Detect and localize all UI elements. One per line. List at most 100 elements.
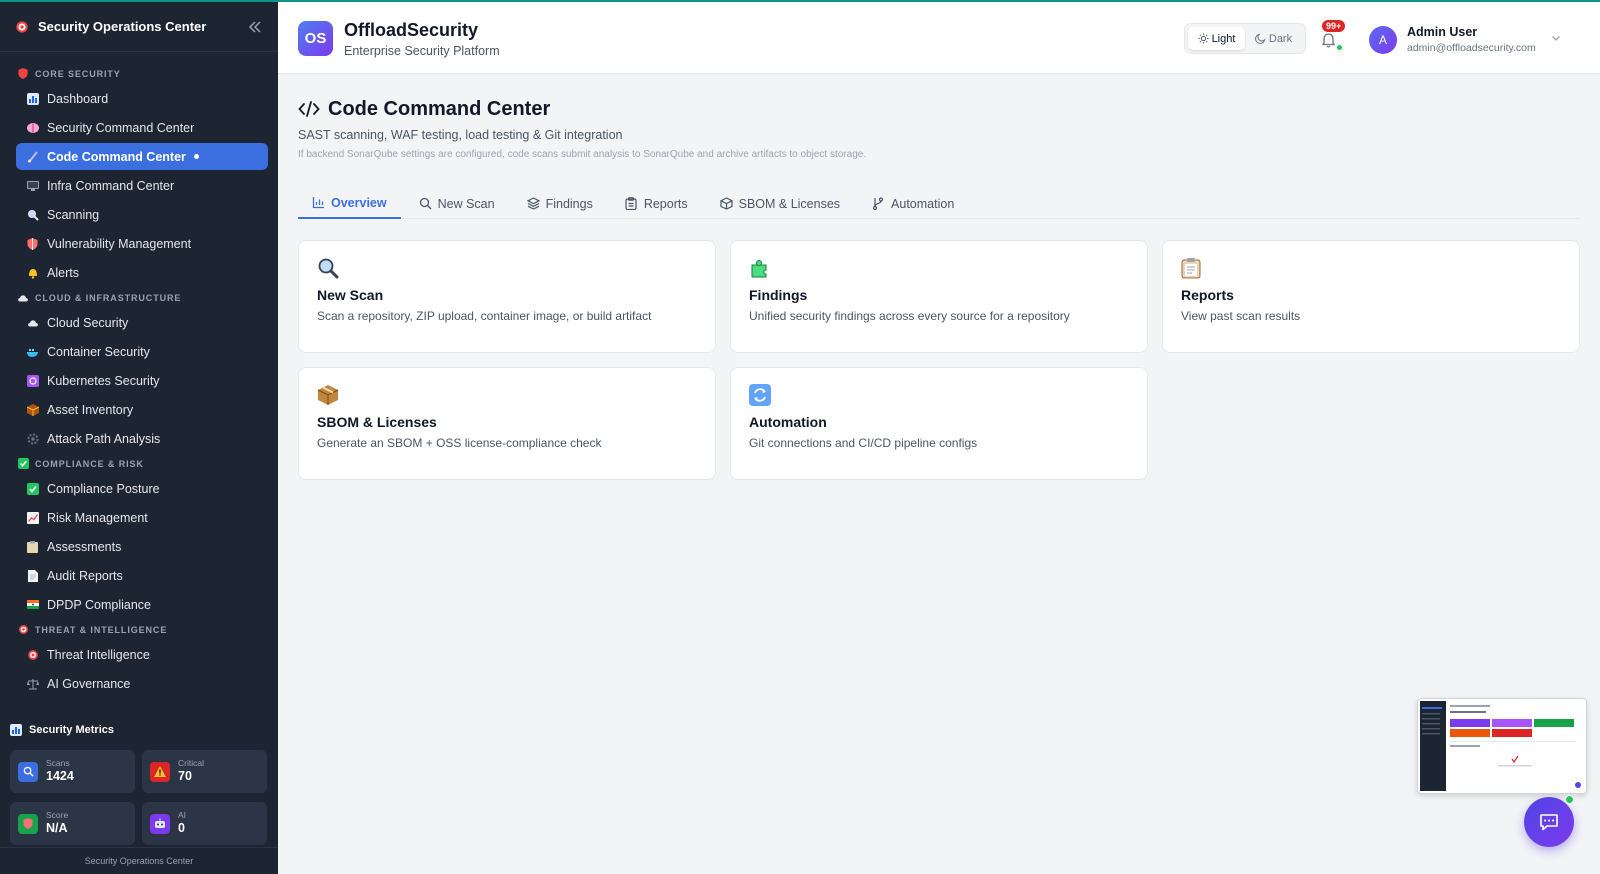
card-title: Reports — [1181, 287, 1234, 303]
shield-icon — [26, 237, 39, 250]
sidebar-item-dashboard[interactable]: Dashboard — [16, 85, 268, 112]
brand-logo[interactable]: OS — [298, 21, 333, 56]
magnifier-icon — [317, 257, 341, 281]
clipboard-icon — [1181, 257, 1205, 281]
notification-count-badge: 99+ — [1322, 20, 1346, 32]
sidebar-item-container-security[interactable]: Container Security — [16, 338, 268, 365]
card-findings[interactable]: Findings Unified security findings acros… — [730, 240, 1148, 353]
sidebar-item-audit-reports[interactable]: Audit Reports — [16, 562, 268, 589]
sidebar-item-label: Infra Command Center — [47, 178, 175, 193]
user-email: admin@offloadsecurity.com — [1407, 42, 1536, 54]
section-threat-intelligence: THREAT & INTELLIGENCE — [0, 620, 278, 639]
dark-theme-button[interactable]: Dark — [1245, 27, 1302, 50]
sidebar-item-label: Risk Management — [47, 510, 148, 525]
tab-label: SBOM & Licenses — [738, 196, 841, 211]
card-description: Generate an SBOM + OSS license-complianc… — [317, 436, 602, 450]
target-icon — [26, 648, 39, 661]
sidebar-item-vulnerability-management[interactable]: Vulnerability Management — [16, 230, 268, 257]
sidebar-item-assessments[interactable]: Assessments — [16, 533, 268, 560]
section-cloud-infrastructure: CLOUD & INFRASTRUCTURE — [0, 288, 278, 307]
brand-subtitle: Enterprise Security Platform — [344, 44, 500, 58]
cloud-icon — [17, 292, 29, 304]
target-icon — [17, 624, 29, 636]
refresh-icon — [749, 384, 773, 408]
chat-online-dot — [1565, 795, 1574, 804]
notifications-button[interactable] — [1318, 30, 1338, 50]
tab-label: Findings — [545, 196, 593, 211]
sidebar-item-cloud-security[interactable]: Cloud Security — [16, 309, 268, 336]
active-indicator — [193, 154, 199, 159]
sidebar-item-infra-command-center[interactable]: Infra Command Center — [16, 172, 268, 199]
metric-value: 1424 — [46, 769, 74, 784]
sidebar-item-risk-management[interactable]: Risk Management — [16, 504, 268, 531]
page-title: Code Command Center — [328, 98, 551, 120]
sidebar-item-alerts[interactable]: Alerts — [16, 259, 268, 286]
card-sbom-licenses[interactable]: SBOM & Licenses Generate an SBOM + OSS l… — [298, 367, 716, 480]
light-label: Light — [1211, 32, 1236, 45]
sidebar-item-scanning[interactable]: Scanning — [16, 201, 268, 228]
clipboard-icon — [625, 197, 638, 210]
user-avatar[interactable]: A — [1369, 26, 1397, 54]
bell-icon — [26, 266, 39, 279]
tab-automation[interactable]: Automation — [858, 188, 968, 219]
metrics-title-label: Security Metrics — [29, 724, 114, 736]
sidebar-item-label: Compliance Posture — [47, 481, 160, 496]
chevron-down-icon[interactable] — [1550, 32, 1564, 46]
sidebar-item-label: Code Command Center — [47, 149, 186, 164]
package-icon — [317, 384, 341, 408]
flag-icon — [26, 598, 39, 611]
sidebar-item-kubernetes-security[interactable]: Kubernetes Security — [16, 367, 268, 394]
sidebar-item-security-command-center[interactable]: Security Command Center — [16, 114, 268, 141]
tab-label: New Scan — [437, 196, 495, 211]
user-name[interactable]: Admin User — [1407, 25, 1477, 39]
page-title-row: Code Command Center — [298, 98, 550, 121]
sidebar-nav: CORE SECURITY Dashboard Security Command… — [0, 62, 278, 699]
check-icon — [26, 482, 39, 495]
security-metrics-title: Security Metrics — [10, 724, 114, 736]
collapse-sidebar-button[interactable] — [246, 18, 264, 36]
git-branch-icon — [872, 197, 885, 210]
document-icon — [26, 569, 39, 582]
page-note: If backend SonarQube settings are config… — [298, 149, 867, 160]
dark-label: Dark — [1268, 32, 1293, 45]
sidebar-title: Security Operations Center — [38, 19, 207, 34]
tab-overview[interactable]: Overview — [298, 188, 401, 219]
bar-chart-icon — [26, 92, 39, 105]
card-title: Automation — [749, 414, 827, 430]
tab-reports[interactable]: Reports — [611, 188, 702, 219]
brand-name: OffloadSecurity — [344, 20, 479, 40]
sidebar-item-code-command-center[interactable]: Code Command Center — [16, 143, 268, 170]
tab-sbom-licenses[interactable]: SBOM & Licenses — [706, 188, 854, 219]
sidebar-item-label: Dashboard — [47, 91, 109, 106]
theme-toggle: Light Dark — [1184, 23, 1306, 54]
chat-support-button[interactable] — [1524, 797, 1574, 847]
metric-value: 0 — [178, 821, 185, 836]
check-icon — [17, 458, 29, 470]
sidebar-item-label: AI Governance — [47, 676, 131, 691]
sidebar-item-compliance-posture[interactable]: Compliance Posture — [16, 475, 268, 502]
sidebar-item-label: Threat Intelligence — [47, 647, 150, 662]
card-reports[interactable]: Reports View past scan results — [1162, 240, 1580, 353]
screen-preview-thumbnail[interactable] — [1417, 698, 1587, 794]
sidebar-item-ai-governance[interactable]: AI Governance — [16, 670, 268, 697]
layers-icon — [526, 197, 540, 210]
sidebar-item-attack-path-analysis[interactable]: Attack Path Analysis — [16, 425, 268, 452]
metric-critical: Critical 70 — [142, 750, 267, 793]
section-label: COMPLIANCE & RISK — [35, 458, 144, 469]
code-icon — [26, 150, 39, 163]
tab-new-scan[interactable]: New Scan — [405, 188, 509, 219]
bar-chart-icon — [10, 724, 22, 736]
card-automation[interactable]: Automation Git connections and CI/CD pip… — [730, 367, 1148, 480]
robot-icon — [150, 813, 170, 834]
warning-icon — [150, 761, 170, 782]
sidebar-item-threat-intelligence[interactable]: Threat Intelligence — [16, 641, 268, 668]
search-icon — [18, 761, 38, 782]
card-new-scan[interactable]: New Scan Scan a repository, ZIP upload, … — [298, 240, 716, 353]
brain-icon — [26, 121, 39, 134]
sidebar: Security Operations Center CORE SECURITY… — [0, 0, 278, 874]
sidebar-item-dpdp-compliance[interactable]: DPDP Compliance — [16, 591, 268, 618]
tab-findings[interactable]: Findings — [513, 188, 607, 219]
light-theme-button[interactable]: Light — [1188, 27, 1245, 50]
sidebar-item-asset-inventory[interactable]: Asset Inventory — [16, 396, 268, 423]
puzzle-icon — [749, 257, 773, 281]
